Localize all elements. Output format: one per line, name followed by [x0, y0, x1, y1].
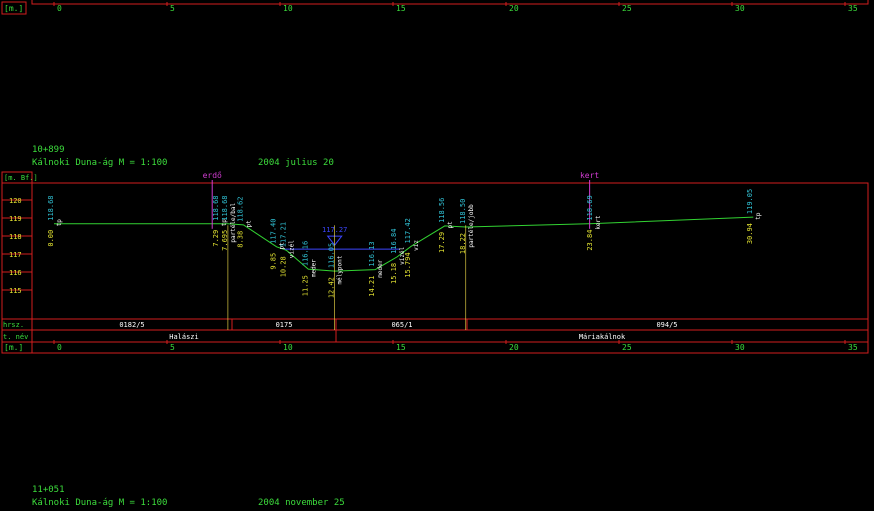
elevation-tick-label: 120: [9, 197, 22, 205]
parcel-3: 065/1: [391, 321, 412, 329]
profile-frame: [31, 182, 869, 320]
parcel-4: 094/5: [656, 321, 677, 329]
place-name-2: Máriakálnok: [579, 333, 626, 341]
section1-station: 10+899: [32, 145, 65, 155]
cross-section-profile: 117.27erdő kert0.00118.68tp7.29118.68tp7.…: [47, 171, 762, 330]
place-name-1: Halászi: [169, 333, 199, 341]
axis-tick-label: 35: [848, 343, 858, 352]
axis-tick-label: 0: [57, 343, 62, 352]
name-row-label: t. név: [3, 333, 28, 341]
bottom-axis-unit: [m.]: [4, 343, 23, 352]
section2-date: 2004 november 25: [258, 498, 345, 508]
point-code: vízél: [288, 240, 295, 258]
point-distance: 10.28: [279, 256, 287, 277]
point-distance: 7.29: [212, 230, 220, 247]
point-code: mélypont: [337, 255, 344, 284]
point-distance: 0.00: [47, 230, 55, 247]
point-code: tp: [56, 219, 63, 227]
erdo-marker-label: erdő: [203, 171, 222, 180]
point-distance: 18.22: [459, 233, 467, 254]
point-elevation: 118.68: [212, 195, 220, 220]
top-distance-axis: [m.] 0 5 10 15 20 25 30 35: [1, 0, 869, 15]
point-elevation: 117.42: [404, 218, 412, 243]
point-elevation: 116.05: [328, 243, 336, 268]
point-distance: 15.18: [390, 263, 398, 284]
axis-tick-label: 25: [622, 343, 632, 352]
point-elevation: 118.62: [236, 197, 244, 222]
point-elevation: 118.50: [459, 199, 467, 224]
point-code: partéle/jobb: [468, 204, 475, 248]
kert-marker-label: kert: [580, 171, 599, 180]
section2-station: 11+051: [32, 485, 65, 495]
point-elevation: 119.05: [746, 189, 754, 214]
point-elevation: 116.13: [368, 241, 376, 266]
point-code: meder: [310, 259, 317, 277]
point-code: víz: [413, 240, 420, 251]
elevation-tick-label: 119: [9, 215, 22, 223]
elevation-tick-label: 115: [9, 287, 22, 295]
point-code: meder: [377, 259, 384, 277]
point-distance: 15.794: [404, 252, 412, 277]
point-elevation: 118.68: [221, 195, 229, 220]
axis-tick-label: 30: [735, 343, 745, 352]
axis-tick-label: 25: [622, 4, 632, 13]
axis-tick-label: 5: [170, 4, 175, 13]
elevation-unit: [m. Bf.]: [4, 174, 38, 182]
point-elevation: 118.69: [586, 195, 594, 220]
parcel-2: 0175: [276, 321, 293, 329]
point-distance: 9.85: [270, 253, 278, 270]
parcel-1: 0182/5: [119, 321, 144, 329]
section1-project-title: Kálnoki Duna-ág M = 1:100: [32, 158, 167, 168]
top-axis-unit: [m.]: [4, 4, 23, 13]
elevation-tick-label: 116: [9, 269, 22, 277]
section2-project-title: Kálnoki Duna-ág M = 1:100: [32, 498, 167, 508]
point-distance: 11.25: [301, 275, 309, 296]
point-code: pt: [447, 221, 454, 229]
axis-tick-label: 5: [170, 343, 175, 352]
elevation-tick-label: 118: [9, 233, 22, 241]
point-distance: 8.38: [236, 231, 244, 248]
axis-tick-label: 20: [509, 343, 519, 352]
cad-drawing: [m.] 0 5 10 15 20 25 30 35 10+899 Kálnoki Duna-…: [1, 0, 869, 508]
axis-tick-label: 10: [283, 343, 293, 352]
axis-tick-label: 20: [509, 4, 519, 13]
point-distance: 14.21: [368, 276, 376, 297]
point-code: pt: [245, 220, 252, 228]
point-elevation: 118.68: [47, 195, 55, 220]
point-elevation: 116.16: [301, 241, 309, 266]
point-distance: 12.42: [328, 277, 336, 298]
elevation-tick-label: 117: [9, 251, 22, 259]
point-distance: 23.84: [586, 230, 594, 251]
axis-tick-label: 0: [57, 4, 62, 13]
parcel-row-label: hrsz.: [3, 321, 24, 329]
point-distance: 30.94: [746, 223, 754, 244]
axis-tick-label: 10: [283, 4, 293, 13]
point-code: kert: [595, 215, 602, 230]
axis-tick-label: 35: [848, 4, 858, 13]
point-distance: 17.29: [438, 232, 446, 253]
elevation-scale: 120 119 118 117 116 115: [2, 197, 32, 295]
point-distance: 7.695: [221, 230, 229, 251]
axis-tick-label: 30: [735, 4, 745, 13]
point-elevation: 116.84: [390, 229, 398, 254]
point-elevation: 117.21: [279, 222, 287, 247]
section1-date: 2004 julius 20: [258, 158, 334, 168]
axis-tick-label: 15: [396, 4, 406, 13]
point-code: tp: [755, 212, 762, 220]
axis-tick-label: 15: [396, 343, 406, 352]
bottom-distance-axis: [m.] 0 5 10 15 20 25 30 35: [1, 340, 869, 354]
point-elevation: 118.56: [438, 198, 446, 223]
point-elevation: 117.40: [270, 219, 278, 244]
name-row: [1, 329, 869, 343]
